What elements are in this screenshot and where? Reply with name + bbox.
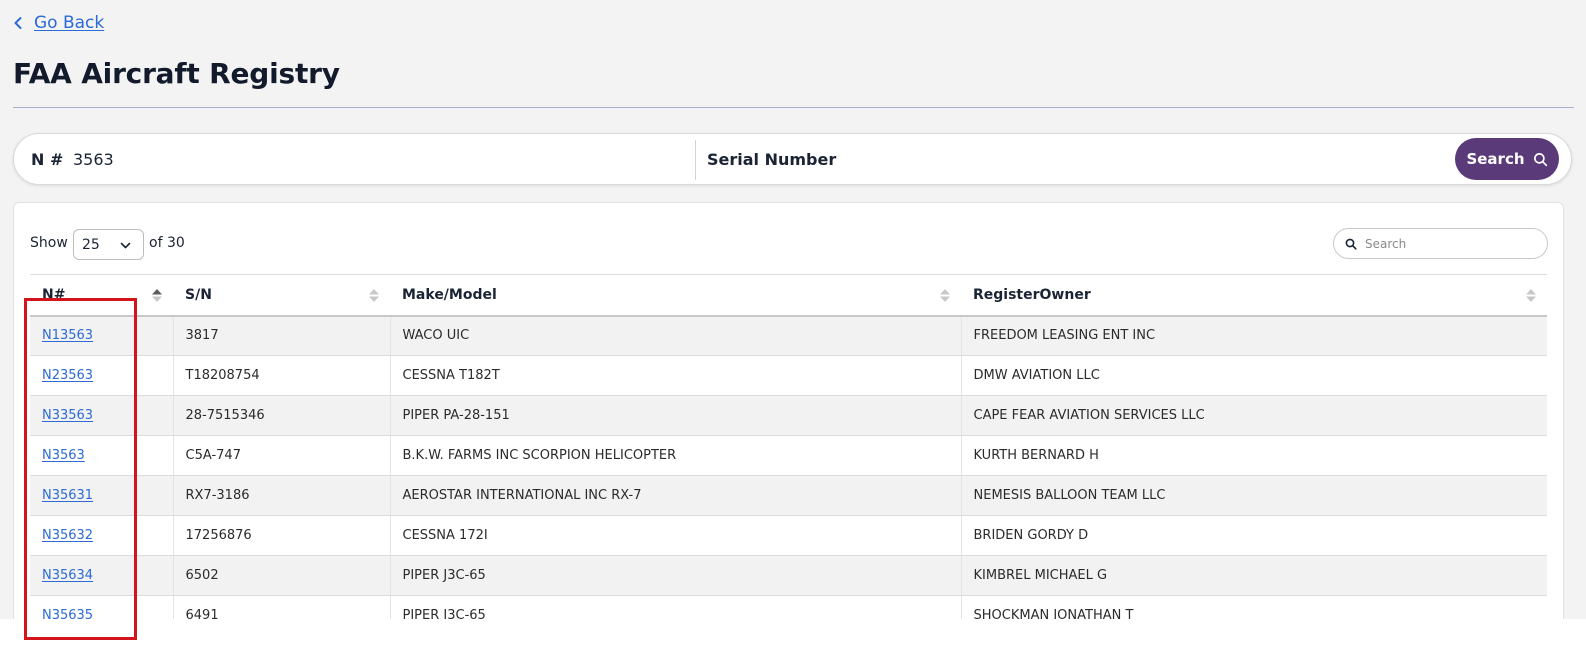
cell-register-owner: NEMESIS BALLOON TEAM LLC	[961, 475, 1547, 516]
show-label: Show	[30, 235, 68, 251]
cell-make-model: AEROSTAR INTERNATIONAL INC RX-7	[390, 475, 962, 516]
cell-n-number: N13563	[30, 315, 174, 356]
n-number-link[interactable]: N3563	[42, 448, 85, 463]
n-number-link[interactable]: N35632	[42, 528, 93, 543]
column-header-label: Make/Model	[402, 286, 497, 303]
column-header-label: S/N	[185, 286, 212, 303]
cell-make-model: PIPER PA-28-151	[390, 395, 962, 436]
column-header-n-number[interactable]: N#	[30, 274, 173, 317]
cell-n-number: N35634	[30, 555, 174, 596]
sort-icon	[152, 289, 162, 302]
cell-serial-number: T18208754	[173, 355, 391, 396]
column-header-serial-number[interactable]: S/N	[173, 274, 390, 317]
table-row: N3563 C5A-747 B.K.W. FARMS INC SCORPION …	[30, 435, 1547, 476]
page-size-select[interactable]: 25	[73, 229, 144, 260]
chevron-left-icon	[14, 17, 22, 29]
cell-n-number: N23563	[30, 355, 174, 396]
sort-icon	[940, 289, 950, 302]
column-header-label: N#	[42, 286, 66, 303]
page: Go Back FAA Aircraft Registry N # 3563 S…	[0, 0, 1586, 648]
table-search-field[interactable]	[1333, 228, 1548, 259]
cell-register-owner: FREEDOM LEASING ENT INC	[961, 315, 1547, 356]
chevron-down-icon	[120, 242, 131, 249]
page-title: FAA Aircraft Registry	[13, 57, 340, 90]
column-header-make-model[interactable]: Make/Model	[390, 274, 961, 317]
n-number-input[interactable]: 3563	[73, 150, 114, 169]
go-back-link[interactable]: Go Back	[11, 13, 104, 33]
results-card: Show 25 of 30 Search N# S/N Make/Model R…	[13, 202, 1564, 648]
viewport-cutoff	[0, 619, 1586, 648]
cell-make-model: CESSNA 172I	[390, 515, 962, 556]
search-field-divider	[695, 140, 696, 180]
table-row: N35631 RX7-3186 AEROSTAR INTERNATIONAL I…	[30, 475, 1547, 516]
column-header-register-owner[interactable]: RegisterOwner	[961, 274, 1547, 317]
cell-serial-number: 17256876	[173, 515, 391, 556]
cell-make-model: B.K.W. FARMS INC SCORPION HELICOPTER	[390, 435, 962, 476]
cell-n-number: N35631	[30, 475, 174, 516]
cell-make-model: PIPER J3C-65	[390, 555, 962, 596]
sort-icon	[1526, 289, 1536, 302]
cell-register-owner: KURTH BERNARD H	[961, 435, 1547, 476]
table-row: N13563 3817 WACO UIC FREEDOM LEASING ENT…	[30, 315, 1547, 356]
table-row: N23563 T18208754 CESSNA T182T DMW AVIATI…	[30, 355, 1547, 396]
cell-serial-number: RX7-3186	[173, 475, 391, 516]
cell-register-owner: KIMBREL MICHAEL G	[961, 555, 1547, 596]
total-count-label: of 30	[149, 235, 185, 251]
cell-make-model: WACO UIC	[390, 315, 962, 356]
n-number-label: N #	[31, 150, 64, 169]
table-search-input[interactable]	[1365, 234, 1535, 254]
search-button[interactable]: Search	[1455, 138, 1559, 180]
search-icon	[1345, 238, 1357, 250]
serial-number-input[interactable]: Serial Number	[707, 150, 836, 169]
cell-n-number: N33563	[30, 395, 174, 436]
n-number-link[interactable]: N35631	[42, 488, 93, 503]
cell-register-owner: BRIDEN GORDY D	[961, 515, 1547, 556]
sort-icon	[369, 289, 379, 302]
cell-register-owner: DMW AVIATION LLC	[961, 355, 1547, 396]
registry-search-bar: N # 3563 Serial Number Search	[13, 133, 1572, 185]
cell-n-number: N3563	[30, 435, 174, 476]
cell-serial-number: 3817	[173, 315, 391, 356]
n-number-link[interactable]: N23563	[42, 368, 93, 383]
go-back-label: Go Back	[34, 13, 105, 33]
title-divider	[13, 107, 1574, 108]
n-number-link[interactable]: N33563	[42, 408, 93, 423]
cell-n-number: N35632	[30, 515, 174, 556]
column-header-label: RegisterOwner	[973, 286, 1091, 303]
search-button-label: Search	[1466, 150, 1525, 168]
table-header-row: N# S/N Make/Model RegisterOwner	[30, 274, 1547, 317]
table-row: N33563 28-7515346 PIPER PA-28-151 CAPE F…	[30, 395, 1547, 436]
cell-serial-number: 28-7515346	[173, 395, 391, 436]
cell-register-owner: CAPE FEAR AVIATION SERVICES LLC	[961, 395, 1547, 436]
page-size-value: 25	[82, 237, 100, 253]
table-row: N35632 17256876 CESSNA 172I BRIDEN GORDY…	[30, 515, 1547, 556]
n-number-link[interactable]: N13563	[42, 328, 93, 343]
search-icon	[1533, 152, 1547, 166]
results-table: N# S/N Make/Model RegisterOwner N13563 3…	[30, 274, 1547, 636]
n-number-link[interactable]: N35634	[42, 568, 93, 583]
cell-make-model: CESSNA T182T	[390, 355, 962, 396]
cell-serial-number: C5A-747	[173, 435, 391, 476]
table-row: N35634 6502 PIPER J3C-65 KIMBREL MICHAEL…	[30, 555, 1547, 596]
cell-serial-number: 6502	[173, 555, 391, 596]
